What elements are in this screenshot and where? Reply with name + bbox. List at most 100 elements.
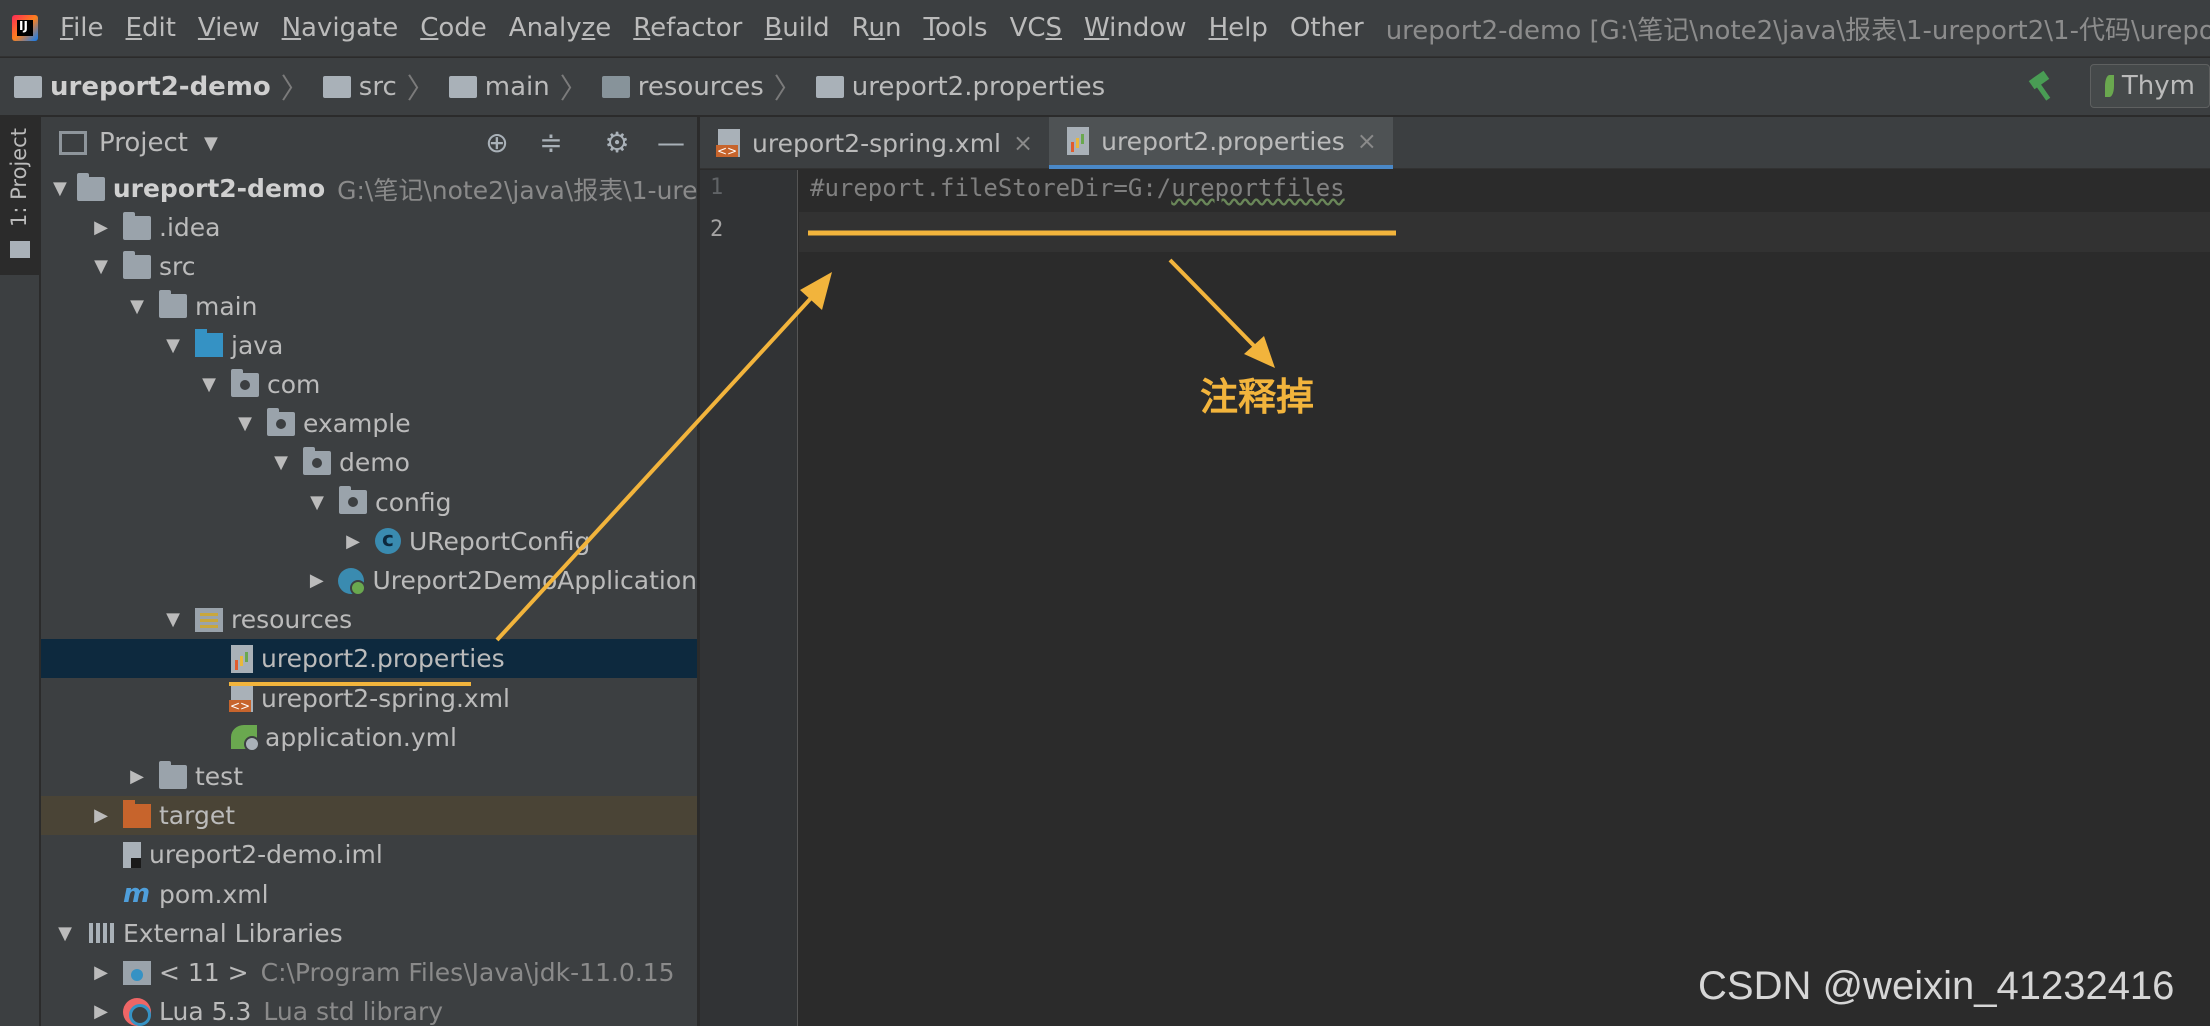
tree-node[interactable]: ▼ example <box>41 404 697 443</box>
collapsed-arrow-icon[interactable]: ▶ <box>89 962 113 983</box>
collapsed-arrow-icon[interactable]: ▶ <box>305 570 328 591</box>
expanded-arrow-icon[interactable]: ▼ <box>233 413 257 434</box>
tree-node[interactable]: ▶ Ureport2DemoApplication <box>41 561 697 600</box>
tree-node-label: main <box>195 291 258 321</box>
tree-node-label: demo <box>339 448 410 478</box>
close-icon[interactable]: × <box>1357 127 1377 155</box>
tree-node[interactable]: ▼ main <box>41 287 697 326</box>
menu-label-part: indow <box>1109 13 1187 43</box>
editor-tab-label: ureport2.properties <box>1101 126 1345 156</box>
breadcrumb-item[interactable]: src 〉 <box>309 67 435 107</box>
expanded-arrow-icon[interactable]: ▼ <box>125 296 149 317</box>
tree-node-label: < 11 > <box>159 958 249 987</box>
menu-label-part: ools <box>934 13 988 43</box>
tree-node[interactable]: ▼ src <box>41 247 697 286</box>
expanded-arrow-icon[interactable]: ▼ <box>89 256 113 277</box>
menu-item[interactable]: Analyze <box>509 13 611 43</box>
menu-item[interactable]: Edit <box>126 13 176 43</box>
tree-node[interactable]: ▶ < 11 > C:\Program Files\Java\jdk-11.0.15 <box>41 953 697 992</box>
expanded-arrow-icon[interactable]: ▼ <box>269 452 293 473</box>
collapsed-arrow-icon[interactable]: ▶ <box>89 217 113 238</box>
collapsed-arrow-icon[interactable]: ▶ <box>89 805 113 826</box>
project-panel-title[interactable]: Project <box>99 128 188 158</box>
tree-node-label: example <box>303 409 411 439</box>
menu-item[interactable]: Run <box>852 13 902 43</box>
breadcrumb-item[interactable]: ureport2-demo 〉 <box>0 67 309 107</box>
tree-node[interactable]: m pom.xml <box>41 875 697 914</box>
collapsed-arrow-icon[interactable]: ▶ <box>89 1001 113 1022</box>
menu-item[interactable]: Window <box>1084 13 1187 43</box>
yaml-file-icon <box>231 725 260 753</box>
expanded-arrow-icon[interactable]: ▼ <box>161 335 185 356</box>
window-title: ureport2-demo [G:\笔记\note2\java\报表\1-ure… <box>1385 15 2210 46</box>
tree-node-label: .idea <box>159 213 221 243</box>
tree-node[interactable]: ▶ Lua 5.3 Lua std library <box>41 992 697 1026</box>
tree-node[interactable]: ▶ UReportConfig <box>41 522 697 561</box>
tree-node[interactable]: ▼ java <box>41 326 697 365</box>
editor-tab[interactable]: ureport2.properties × <box>1049 117 1393 169</box>
tree-node[interactable]: ▼ ureport2-demo G:\笔记\note2\java\报表\1-urep <box>41 169 697 208</box>
menu-label-part: elp <box>1228 13 1268 43</box>
menu-item[interactable]: Refactor <box>633 13 742 43</box>
code-editor[interactable]: 1 2 #ureport.fileStoreDir=G:/ureportfile… <box>700 170 2210 1026</box>
folder-icon <box>14 75 42 98</box>
project-tool-window-button[interactable]: 1: Project <box>0 117 40 275</box>
tree-node[interactable]: ureport2.properties <box>41 639 697 679</box>
menu-label-part: iew <box>215 13 260 43</box>
expanded-arrow-icon[interactable]: ▼ <box>197 374 221 395</box>
expanded-arrow-icon[interactable]: ▼ <box>53 178 67 199</box>
collapse-all-icon[interactable]: ≑ <box>535 127 567 159</box>
expanded-arrow-icon[interactable]: ▼ <box>53 923 77 944</box>
folder-icon <box>448 75 477 98</box>
tree-node[interactable]: ▼ demo <box>41 443 697 482</box>
watermark: CSDN @weixin_41232416 <box>1698 964 2175 1008</box>
collapsed-arrow-icon[interactable]: ▶ <box>125 766 149 787</box>
breadcrumb-item[interactable]: ureport2.properties <box>802 72 1105 102</box>
close-icon[interactable]: × <box>1013 129 1033 157</box>
menu-item[interactable]: Code <box>420 13 487 43</box>
tree-node[interactable]: ▼ config <box>41 483 697 522</box>
tree-node[interactable]: ureport2-demo.iml <box>41 835 697 874</box>
spring-boot-icon <box>2105 75 2114 97</box>
menu-item[interactable]: Navigate <box>282 13 399 43</box>
collapsed-arrow-icon[interactable]: ▶ <box>341 531 365 552</box>
menu-mnemonic: E <box>125 13 142 43</box>
menu-item[interactable]: Build <box>764 13 829 43</box>
tree-node[interactable]: ▼ com <box>41 365 697 404</box>
menu-item[interactable]: VCS <box>1010 13 1062 43</box>
menu-label-part: n <box>885 13 902 43</box>
tree-node-label: pom.xml <box>159 879 269 909</box>
hide-panel-icon[interactable]: — <box>655 127 687 159</box>
build-hammer-icon[interactable] <box>2026 71 2056 101</box>
tree-node[interactable]: ▼ resources <box>41 600 697 639</box>
code-line-1[interactable]: #ureport.fileStoreDir=G:/ureportfiles <box>810 174 1345 202</box>
expanded-arrow-icon[interactable]: ▼ <box>161 609 185 630</box>
gear-icon[interactable]: ⚙ <box>601 127 633 159</box>
menu-label-part: uild <box>782 13 830 43</box>
breadcrumb-item[interactable]: main 〉 <box>435 67 588 107</box>
menu-item[interactable]: Other <box>1290 13 1364 43</box>
run-configuration-selector[interactable]: Thym <box>2090 64 2210 108</box>
expanded-arrow-icon[interactable]: ▼ <box>305 492 329 513</box>
menu-item[interactable]: View <box>198 13 260 43</box>
tree-node[interactable]: ▶ target <box>41 796 697 836</box>
tree-node-path: Lua std library <box>263 997 444 1026</box>
menu-mnemonic: F <box>60 13 74 43</box>
tree-node[interactable]: application.yml <box>41 718 697 757</box>
intellij-logo-icon: IJ <box>12 15 38 41</box>
locate-file-icon[interactable]: ⊕ <box>481 127 513 159</box>
menu-item[interactable]: Tools <box>924 13 988 43</box>
nav-toolbar: Thym <box>2026 64 2210 108</box>
menu-item[interactable]: Help <box>1209 13 1268 43</box>
tree-node[interactable]: ▶ test <box>41 757 697 796</box>
menu-item[interactable]: File <box>60 13 104 43</box>
editor-tab[interactable]: ureport2-spring.xml × <box>700 117 1049 169</box>
current-line-highlight <box>799 212 2210 252</box>
menu-label-part: efactor <box>650 13 743 43</box>
tree-node[interactable]: ▼ External Libraries <box>41 914 697 953</box>
chevron-down-icon[interactable]: ▼ <box>204 133 218 154</box>
breadcrumb-item[interactable]: resources 〉 <box>588 67 802 107</box>
tree-node-label: target <box>159 801 236 831</box>
tree-node[interactable]: ▶ .idea <box>41 208 697 247</box>
tree-node[interactable]: ureport2-spring.xml <box>41 679 697 718</box>
